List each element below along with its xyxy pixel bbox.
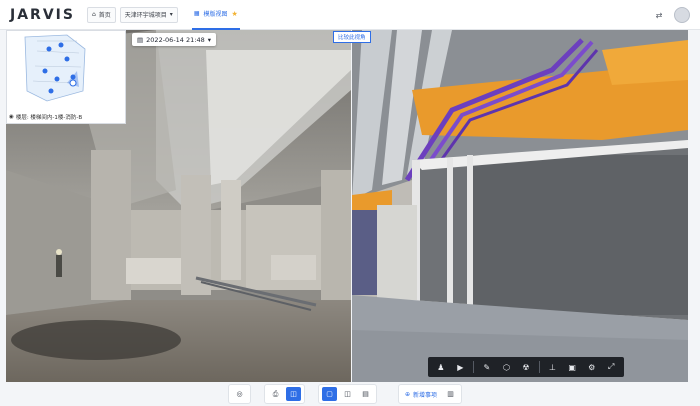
tab-template-view[interactable]: ▦ 模版视图 ★ (191, 0, 240, 30)
doc-icon[interactable]: ▥ (443, 387, 458, 401)
bim-model-image (352, 30, 688, 382)
caret-down-icon: ▾ (169, 11, 173, 18)
project-selector[interactable]: 天津环宇城项目 ▾ (119, 6, 178, 23)
star-icon[interactable]: ★ (232, 10, 238, 18)
calendar-icon: ▤ (137, 35, 144, 44)
minimap-caption-text: 楼层: 楼梯间内-1楼-消防-B (15, 115, 83, 121)
toolbar-divider (473, 361, 475, 373)
pen-icon[interactable]: ✎ (478, 359, 496, 375)
grid-icon: ▦ (193, 10, 200, 17)
top-bar: JARVIS ⌂ 首页 天津环宇城项目 ▾ ▦ 模版视图 ★ ⇄ (0, 0, 700, 30)
eye-off-icon[interactable]: ◎ (232, 387, 247, 401)
expand-icon[interactable]: ⤢ (602, 359, 620, 375)
compare-view-button[interactable]: 比较此视角 (333, 31, 371, 43)
project-label: 天津环宇城项目 (124, 12, 167, 19)
compare-icon[interactable]: ▤ (358, 387, 373, 401)
model-toolbar: ♟ ▶ ✎ ⬡ ☢ ⊥ ▣ ⚙ ⤢ (428, 357, 624, 377)
add-issue-label: 新增事项 (413, 391, 438, 399)
app-window: JARVIS ⌂ 首页 天津环宇城项目 ▾ ▦ 模版视图 ★ ⇄ ◉ 楼层: 楼… (0, 0, 700, 406)
dock-group-capture: ⎙ ◫ (264, 384, 305, 404)
app-logo: JARVIS (10, 6, 75, 23)
avatar[interactable] (674, 7, 690, 23)
radiation-icon[interactable]: ☢ (517, 359, 535, 375)
toolbar-divider (538, 361, 540, 373)
dock-group-issues: ⊕ 新增事项 ▥ (398, 384, 463, 404)
cube-plus-icon[interactable]: ⬡ (498, 359, 516, 375)
home-label: 首页 (98, 12, 111, 19)
transfer-icon[interactable]: ⇄ (652, 8, 666, 22)
bim-model-view[interactable] (352, 30, 688, 382)
video-icon[interactable]: ▶ (452, 359, 470, 375)
floor-minimap[interactable]: ◉ 楼层: 楼梯间内-1楼-消防-B (6, 30, 126, 124)
dock-group-visibility: ◎ (228, 384, 251, 404)
top-right-actions: ⇄ (652, 7, 690, 23)
dock-group-layout: ▢ ◫ ▤ (318, 384, 377, 404)
minimap-caption: ◉ 楼层: 楼梯间内-1楼-消防-B (9, 113, 82, 121)
location-icon: ◉ (9, 114, 14, 120)
hierarchy-icon[interactable]: ⊥ (544, 359, 562, 375)
single-view-icon[interactable]: ▢ (322, 387, 337, 401)
layer-icon[interactable]: ▣ (563, 359, 581, 375)
person-icon[interactable]: ♟ (432, 359, 450, 375)
view-tab-label: 模版视图 (203, 11, 228, 18)
issue-icon: ⊕ (405, 390, 411, 398)
panorama-icon[interactable]: ◫ (286, 387, 301, 401)
home-button[interactable]: ⌂ 首页 (86, 6, 116, 23)
split-view-icon[interactable]: ◫ (340, 387, 355, 401)
minimap-plan (7, 31, 125, 111)
settings-icon[interactable]: ⚙ (583, 359, 601, 375)
bottom-dock: ◎ ⎙ ◫ ▢ ◫ ▤ ⊕ 新增事项 ▥ (0, 382, 700, 406)
capture-date-selector[interactable]: ▤ 2022-06-14 21:48 ▾ (132, 33, 216, 46)
caret-down-icon: ▾ (207, 35, 211, 44)
capture-date-text: 2022-06-14 21:48 (146, 35, 205, 44)
camera-icon[interactable]: ⎙ (268, 387, 283, 401)
home-icon: ⌂ (91, 11, 96, 18)
add-issue-button[interactable]: ⊕ 新增事项 (402, 390, 440, 399)
